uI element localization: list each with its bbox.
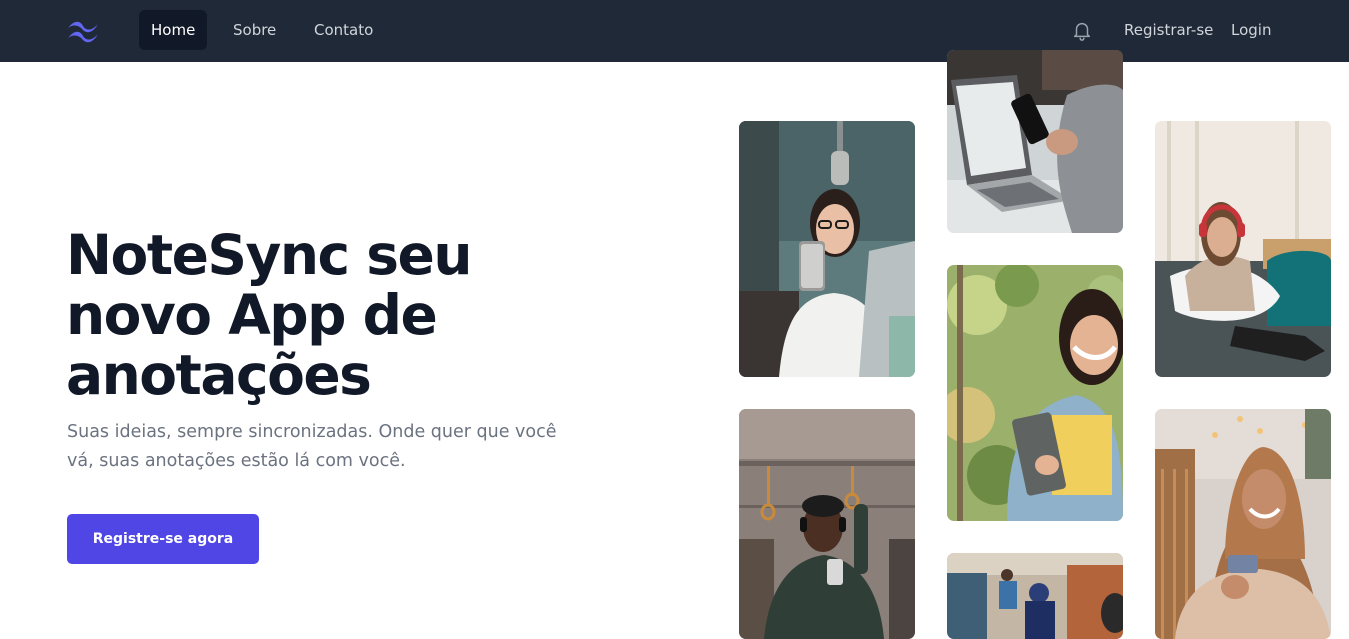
login-link[interactable]: Login: [1231, 10, 1271, 50]
man-headphones-train-photo: [739, 409, 915, 639]
laptop-phone-hands-photo: [947, 50, 1123, 233]
hero-subtitle: Suas ideias, sempre sincronizadas. Onde …: [67, 418, 572, 476]
bell-icon[interactable]: [1071, 19, 1093, 41]
woman-glasses-phone-office-photo: [739, 121, 915, 377]
nav-link-sobre[interactable]: Sobre: [221, 10, 288, 50]
office-people-photo: [947, 553, 1123, 639]
nav-link-home[interactable]: Home: [139, 10, 208, 50]
hero-title-line: NoteSync seu: [66, 223, 472, 287]
hero-title-line: novo App de: [66, 283, 438, 347]
woman-hijab-phone-photo: [1155, 409, 1331, 639]
hero-title: NoteSync seu novo App de anotações: [66, 225, 586, 405]
hero-subtitle-line: vá, suas anotações estão lá com você.: [67, 451, 406, 471]
tailwind-logo-icon[interactable]: [66, 18, 100, 44]
hero-subtitle-line: Suas ideias, sempre sincronizadas. Onde …: [67, 422, 557, 442]
nav-link-contato[interactable]: Contato: [302, 10, 385, 50]
woman-smiling-tablet-photo: [947, 265, 1123, 521]
woman-headphones-sofa-photo: [1155, 121, 1331, 377]
navbar: Home Sobre Contato Registrar-se Login: [0, 0, 1349, 62]
register-link[interactable]: Registrar-se: [1124, 10, 1213, 50]
register-now-button[interactable]: Registre-se agora: [67, 514, 259, 564]
hero-title-line: anotações: [66, 343, 372, 407]
